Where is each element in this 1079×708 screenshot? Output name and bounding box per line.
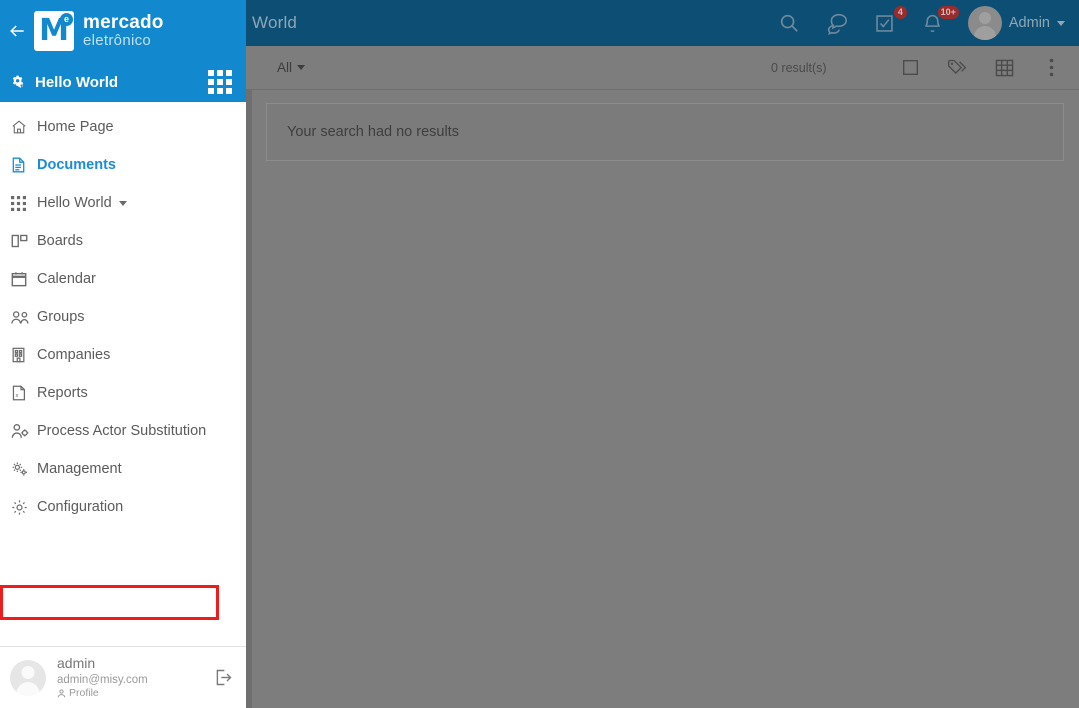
chevron-down-icon bbox=[297, 65, 306, 70]
grid-apps-icon[interactable] bbox=[208, 70, 232, 94]
empty-state-card: Your search had no results bbox=[266, 103, 1064, 161]
result-count: 0 result(s) bbox=[771, 60, 827, 75]
sidebar-item-label: Hello World bbox=[37, 195, 112, 211]
tasks-badge: 4 bbox=[893, 6, 907, 19]
bell-badge: 10+ bbox=[937, 6, 959, 19]
sidebar-user-panel: admin admin@misy.com Profile bbox=[0, 646, 246, 708]
page-title: World bbox=[252, 13, 298, 32]
sidebar-item-label: Boards bbox=[37, 233, 83, 249]
content-toolbar: All 0 result(s) bbox=[246, 46, 1079, 90]
checkbox-icon[interactable] bbox=[900, 58, 920, 78]
boards-icon bbox=[11, 233, 33, 249]
search-icon[interactable] bbox=[776, 10, 802, 36]
gears-icon bbox=[11, 461, 33, 477]
home-icon bbox=[11, 119, 33, 135]
sidebar-item-boards[interactable]: Boards bbox=[0, 222, 246, 260]
gear-icon bbox=[11, 499, 33, 516]
user-menu[interactable]: Admin bbox=[967, 6, 1065, 40]
brand-name-line2: eletrônico bbox=[83, 32, 152, 50]
app-switcher-label: Hello World bbox=[35, 73, 119, 91]
sidebar-item-label: Reports bbox=[37, 385, 88, 401]
sidebar-item-label: Process Actor Substitution bbox=[37, 423, 207, 439]
app-switcher[interactable]: Hello World bbox=[0, 62, 246, 102]
sidebar-item-reports[interactable]: x Reports bbox=[0, 374, 246, 412]
brand-logo-mark: M e bbox=[34, 11, 74, 51]
sidebar-menu: Home Page Documents Hello World Boards C… bbox=[0, 102, 246, 646]
profile-link-label: Profile bbox=[69, 686, 99, 699]
sidebar-item-home-page[interactable]: Home Page bbox=[0, 108, 246, 146]
grid-view-icon[interactable] bbox=[994, 58, 1014, 78]
sidebar-item-label: Companies bbox=[37, 347, 111, 363]
sidebar-item-label: Management bbox=[37, 461, 122, 477]
user-gear-icon bbox=[11, 423, 33, 439]
bell-icon[interactable]: 10+ bbox=[920, 6, 959, 36]
building-icon bbox=[11, 347, 33, 363]
sidebar: M e mercado eletrônico Hello World Home … bbox=[0, 0, 246, 708]
configuration-highlight-box bbox=[0, 585, 219, 620]
report-icon: x bbox=[11, 385, 33, 401]
chevron-down-icon bbox=[1057, 20, 1065, 26]
svg-text:x: x bbox=[16, 393, 19, 399]
chat-icon[interactable] bbox=[824, 10, 850, 36]
sidebar-logo-header: M e mercado eletrônico bbox=[0, 0, 246, 62]
back-arrow-icon[interactable] bbox=[0, 21, 34, 41]
tasks-icon[interactable]: 4 bbox=[872, 6, 907, 36]
main-content: Your search had no results bbox=[246, 90, 1079, 708]
logout-icon[interactable] bbox=[213, 667, 234, 688]
sidebar-item-documents[interactable]: Documents bbox=[0, 146, 246, 184]
header-icon-group: 4 10+ Admin bbox=[776, 0, 1065, 46]
user-menu-label: Admin bbox=[1008, 15, 1050, 31]
calendar-icon bbox=[11, 271, 33, 287]
sidebar-user-name: admin bbox=[57, 655, 96, 671]
document-icon bbox=[11, 157, 33, 173]
sidebar-item-hello-world[interactable]: Hello World bbox=[0, 184, 246, 222]
brand-logo-text: mercado eletrônico bbox=[83, 13, 164, 49]
sidebar-item-management[interactable]: Management bbox=[0, 450, 246, 488]
sidebar-item-label: Configuration bbox=[37, 499, 124, 515]
person-icon bbox=[57, 689, 66, 698]
groups-icon bbox=[11, 310, 33, 325]
gears-icon bbox=[10, 74, 27, 91]
sidebar-user-info: admin admin@misy.com Profile bbox=[57, 655, 148, 700]
grid-icon bbox=[11, 195, 33, 211]
sidebar-item-label: Groups bbox=[37, 309, 85, 325]
chevron-down-icon bbox=[118, 200, 127, 206]
sidebar-item-companies[interactable]: Companies bbox=[0, 336, 246, 374]
more-vertical-icon[interactable] bbox=[1041, 58, 1061, 78]
filter-dropdown-label: All bbox=[277, 60, 293, 75]
toolbar-icon-group bbox=[900, 58, 1061, 78]
brand-logo-badge: e bbox=[60, 13, 73, 26]
sidebar-item-calendar[interactable]: Calendar bbox=[0, 260, 246, 298]
sidebar-item-label: Home Page bbox=[37, 119, 114, 135]
sidebar-item-process-actor-substitution[interactable]: Process Actor Substitution bbox=[0, 412, 246, 450]
sidebar-item-groups[interactable]: Groups bbox=[0, 298, 246, 336]
sidebar-item-label: Documents bbox=[37, 157, 116, 173]
content-scroll-divider bbox=[246, 90, 252, 708]
sidebar-item-label: Calendar bbox=[37, 271, 96, 287]
sidebar-item-configuration[interactable]: Configuration bbox=[0, 488, 246, 526]
tag-icon[interactable] bbox=[947, 58, 967, 78]
filter-dropdown[interactable]: All bbox=[277, 60, 306, 75]
avatar bbox=[10, 659, 46, 696]
avatar bbox=[967, 6, 1002, 40]
app-root: World 4 10+ Admin All 0 result(s) Your s… bbox=[0, 0, 1079, 708]
brand-name-line1: mercado bbox=[83, 12, 164, 34]
empty-state-message: Your search had no results bbox=[287, 124, 459, 140]
sidebar-user-email: admin@misy.com bbox=[57, 673, 148, 686]
profile-link[interactable]: Profile bbox=[57, 687, 148, 700]
